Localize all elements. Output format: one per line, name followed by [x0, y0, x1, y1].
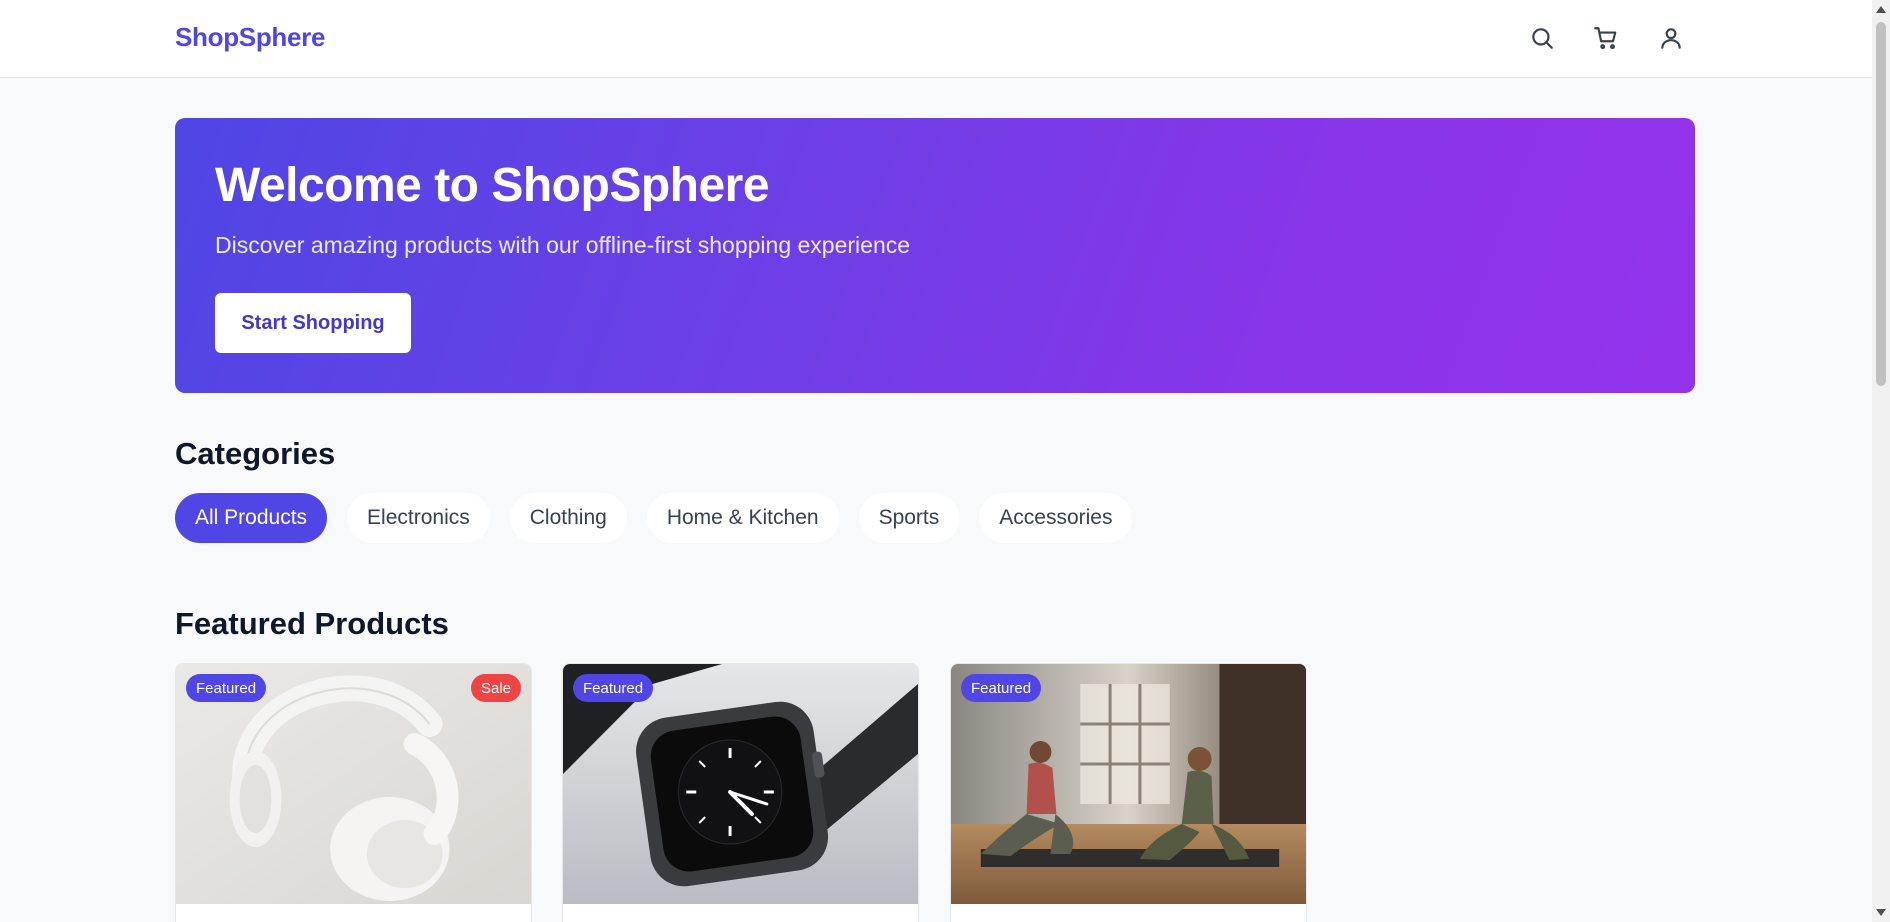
product-card[interactable]: Featured	[950, 663, 1307, 922]
featured-badge: Featured	[961, 674, 1042, 702]
category-chip-electronics[interactable]: Electronics	[347, 493, 490, 543]
scroll-thumb[interactable]	[1876, 22, 1886, 386]
scroll-up-arrow-icon[interactable]	[1876, 6, 1886, 13]
page-scrollbar[interactable]	[1872, 0, 1890, 922]
featured-badge: Featured	[573, 674, 654, 702]
logo[interactable]: ShopSphere	[175, 22, 325, 53]
category-chip-sports[interactable]: Sports	[858, 493, 960, 543]
category-chip-all-products[interactable]: All Products	[175, 493, 328, 543]
featured-heading: Featured Products	[175, 606, 449, 641]
hero-title: Welcome to ShopSphere	[215, 159, 770, 212]
category-chip-home-kitchen[interactable]: Home & Kitchen	[646, 493, 839, 543]
featured-badge: Featured	[186, 674, 267, 702]
top-nav: ShopSphere	[0, 0, 1872, 78]
category-chip-accessories[interactable]: Accessories	[979, 493, 1133, 543]
start-shopping-button[interactable]: Start Shopping	[215, 293, 411, 353]
category-chips: All Products Electronics Clothing Home &…	[175, 493, 1133, 543]
product-card[interactable]: Featured	[562, 663, 919, 922]
categories-heading: Categories	[175, 436, 336, 471]
scroll-down-arrow-icon[interactable]	[1876, 909, 1886, 916]
product-card[interactable]: Featured Sale	[175, 663, 532, 922]
sale-badge: Sale	[470, 674, 521, 702]
user-icon[interactable]	[1655, 22, 1687, 54]
hero-subtitle: Discover amazing products with our offli…	[215, 232, 911, 258]
cart-icon[interactable]	[1590, 22, 1622, 54]
hero-banner: Welcome to ShopSphere Discover amazing p…	[175, 118, 1695, 393]
search-icon[interactable]	[1526, 22, 1558, 54]
page: ShopSphere Welcome to ShopSphere Discove…	[0, 0, 1890, 922]
category-chip-clothing[interactable]: Clothing	[509, 493, 627, 543]
